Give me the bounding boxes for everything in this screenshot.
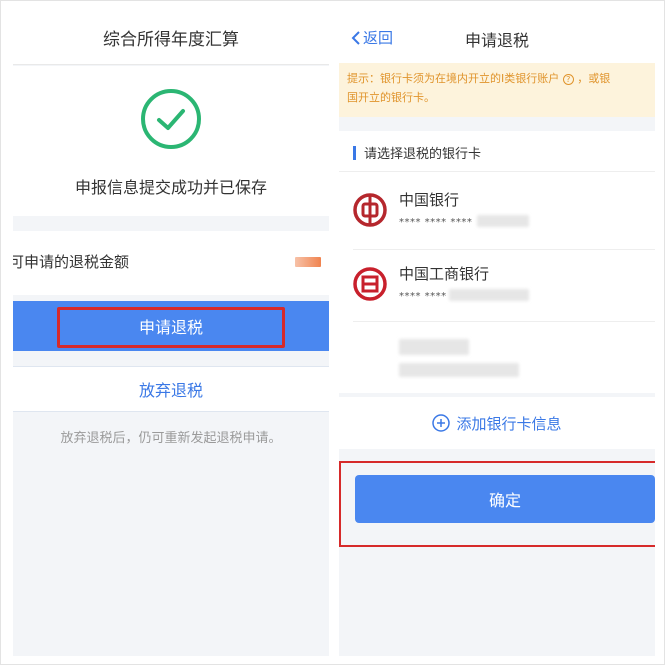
screenshot-frame: 综合所得年度汇算 申报信息提交成功并已保存 可申请的退税金额 申请退税 放弃退税… — [0, 0, 665, 665]
bank-card-item[interactable] — [339, 323, 655, 393]
confirm-button[interactable]: 确定 — [355, 475, 655, 523]
tip-line2: 国开立的银行卡。 — [347, 91, 435, 104]
bank-card-item[interactable]: 中国银行 **** **** **** — [339, 177, 655, 247]
tip-line1: 提示：银行卡须为在境内开立的Ⅰ类银行账户 — [347, 72, 560, 85]
bank-card-item[interactable]: 中国工商银行 **** **** — [339, 251, 655, 321]
tip-line1-trail: ，或银 — [577, 72, 611, 85]
page-title: 综合所得年度汇算 — [13, 11, 329, 65]
redacted-number — [477, 215, 529, 227]
plus-circle-icon — [432, 414, 451, 432]
section-title-text: 请选择退税的银行卡 — [364, 147, 482, 162]
page-title: 申请退税 — [464, 31, 529, 50]
bank-card-section-title: 请选择退税的银行卡 — [353, 143, 481, 162]
success-section: 申报信息提交成功并已保存 — [13, 66, 329, 216]
left-phone-screen: 综合所得年度汇算 申报信息提交成功并已保存 可申请的退税金额 申请退税 放弃退税… — [13, 11, 329, 656]
bank-card-list: 请选择退税的银行卡 中国银行 **** **** **** 中国工商银行 ***… — [339, 131, 655, 393]
right-phone-screen: 返回 申请退税 提示：银行卡须为在境内开立的Ⅰ类银行账户 ? ，或银 国开立的银… — [339, 11, 655, 656]
icbc-logo-icon — [353, 267, 387, 301]
info-icon[interactable]: ? — [562, 73, 574, 85]
tip-banner: 提示：银行卡须为在境内开立的Ⅰ类银行账户 ? ，或银 国开立的银行卡。 — [339, 63, 655, 117]
divider — [353, 321, 655, 322]
add-bank-card-label: 添加银行卡信息 — [456, 414, 562, 433]
section-accent-bar — [353, 145, 356, 160]
add-bank-card-button[interactable]: 添加银行卡信息 — [339, 397, 655, 449]
redacted-number — [449, 289, 529, 301]
refund-amount-value-redacted — [295, 257, 321, 267]
bank-card-number: **** **** — [399, 291, 447, 302]
bank-card-number: **** **** **** — [399, 217, 473, 228]
refund-amount-label: 可申请的退税金额 — [13, 253, 130, 271]
success-message: 申报信息提交成功并已保存 — [74, 178, 267, 197]
divider — [353, 249, 655, 250]
abandon-note: 放弃退税后，仍可重新发起退税申请。 — [60, 431, 282, 446]
apply-refund-highlight-box — [57, 307, 285, 348]
divider — [339, 171, 655, 172]
confirm-label: 确定 — [488, 491, 521, 510]
redacted-number — [399, 363, 519, 377]
redacted-bank-name — [399, 339, 469, 355]
success-check-icon — [141, 89, 201, 149]
bank-of-china-logo-icon — [353, 193, 387, 227]
abandon-refund-button[interactable]: 放弃退税 — [13, 366, 329, 412]
nav-header: 返回 申请退税 — [339, 11, 655, 63]
bank-name: 中国银行 — [399, 191, 460, 209]
bank-name: 中国工商银行 — [399, 265, 490, 283]
refund-amount-row: 可申请的退税金额 — [13, 231, 329, 295]
